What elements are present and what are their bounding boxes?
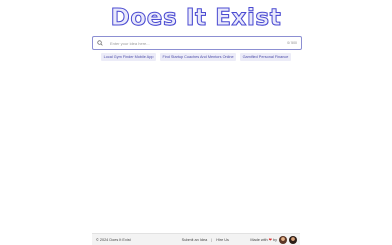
made-with-credit: Made with ❤ by (250, 235, 297, 244)
suggestion-chip[interactable]: Gamified Personal Finance (240, 53, 291, 61)
character-counter: 0/ 500 (287, 41, 297, 45)
hire-us-link[interactable]: Hire Us (216, 238, 229, 242)
suggestion-chips: Local Gym Finder Mobile App Find Startup… (0, 53, 392, 61)
heart-icon: ❤ (268, 237, 272, 242)
suggestion-chip[interactable]: Local Gym Finder Mobile App (101, 53, 156, 61)
logo[interactable]: Does It Exist (0, 4, 392, 32)
footer: © 2024 Does It Exist Submit an Idea | Hi… (92, 233, 300, 245)
search-input[interactable] (110, 38, 288, 48)
suggestion-chip[interactable]: Find Startup Coaches And Mentors Online (159, 53, 237, 61)
creator-avatar[interactable] (279, 235, 287, 244)
link-separator: | (211, 237, 213, 242)
by-label: by (272, 237, 277, 242)
made-with-label: Made with (250, 237, 268, 242)
search-bar[interactable]: 0/ 500 (92, 36, 302, 50)
search-icon (97, 38, 107, 48)
copyright-text: © 2024 Does It Exist (96, 237, 131, 242)
creator-avatar[interactable] (289, 235, 297, 244)
footer-links: Submit an Idea | Hire Us (182, 238, 229, 242)
submit-idea-link[interactable]: Submit an Idea (182, 238, 208, 242)
